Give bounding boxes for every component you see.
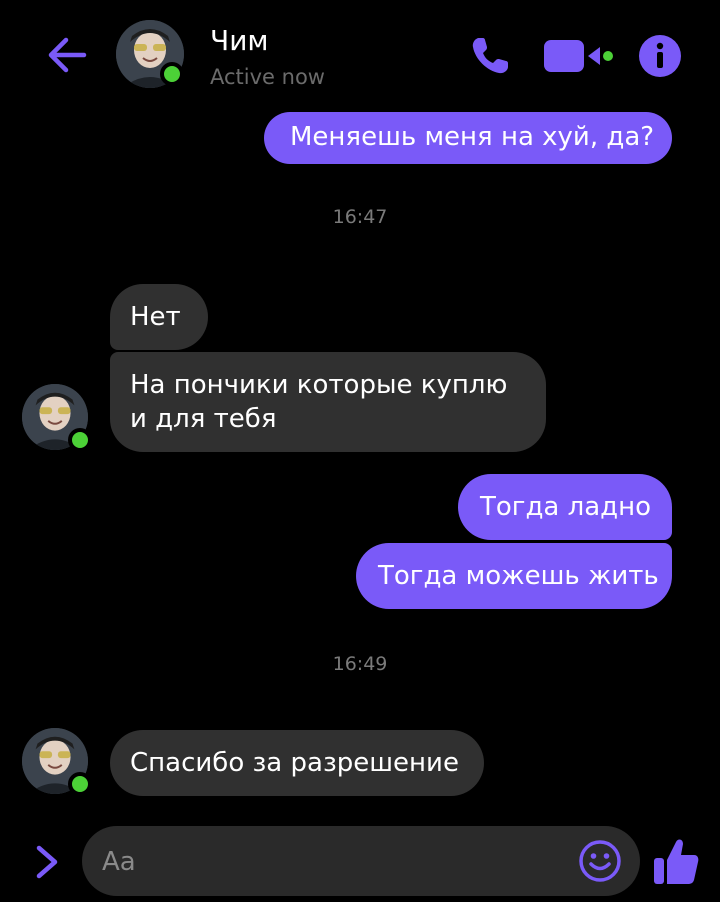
message-text-line: На пончики которые куплю xyxy=(130,370,508,400)
sender-avatar[interactable] xyxy=(22,384,92,452)
expand-actions-button[interactable] xyxy=(30,842,64,882)
online-indicator xyxy=(160,62,184,86)
message-sent[interactable]: Меняешь меня на хуй, да? xyxy=(264,112,672,164)
message-sent[interactable]: Тогда ладно xyxy=(458,474,672,540)
voice-call-button[interactable] xyxy=(468,34,512,78)
message-sent[interactable]: Тогда можешь жить xyxy=(356,543,672,609)
timestamp: 16:47 xyxy=(332,206,388,228)
message-text: Тогда ладно xyxy=(480,492,652,522)
message-composer xyxy=(82,826,640,896)
message-text-line: и для тебя xyxy=(130,404,277,434)
online-indicator xyxy=(68,772,92,796)
contact-status: Active now xyxy=(210,65,325,89)
smiley-icon xyxy=(579,840,621,882)
like-button[interactable] xyxy=(652,836,700,888)
message-text: Нет xyxy=(130,302,181,332)
info-button[interactable] xyxy=(638,34,682,78)
video-call-button[interactable] xyxy=(544,38,614,74)
message-received[interactable]: Спасибо за разрешение xyxy=(110,730,484,796)
back-button[interactable] xyxy=(44,32,90,78)
thumbs-up-icon xyxy=(654,839,699,884)
sender-avatar[interactable] xyxy=(22,728,92,796)
message-input[interactable] xyxy=(100,838,574,886)
emoji-button[interactable] xyxy=(578,839,622,883)
message-text: Спасибо за разрешение xyxy=(130,748,459,778)
arrow-left-icon xyxy=(48,37,87,73)
phone-icon xyxy=(472,38,508,74)
online-indicator xyxy=(68,428,92,452)
contact-avatar[interactable] xyxy=(116,20,184,88)
chevron-right-icon xyxy=(36,845,58,879)
chat-header: Чим Active now xyxy=(0,0,720,110)
message-text: Меняешь меня на хуй, да? xyxy=(290,122,655,152)
message-received[interactable]: На пончики которые куплю и для тебя xyxy=(110,352,546,452)
message-received[interactable]: Нет xyxy=(110,284,208,350)
message-text: Тогда можешь жить xyxy=(378,561,659,591)
timestamp: 16:49 xyxy=(332,653,388,675)
video-camera-icon xyxy=(544,40,613,72)
info-icon xyxy=(639,35,681,77)
contact-name[interactable]: Чим xyxy=(210,24,269,58)
